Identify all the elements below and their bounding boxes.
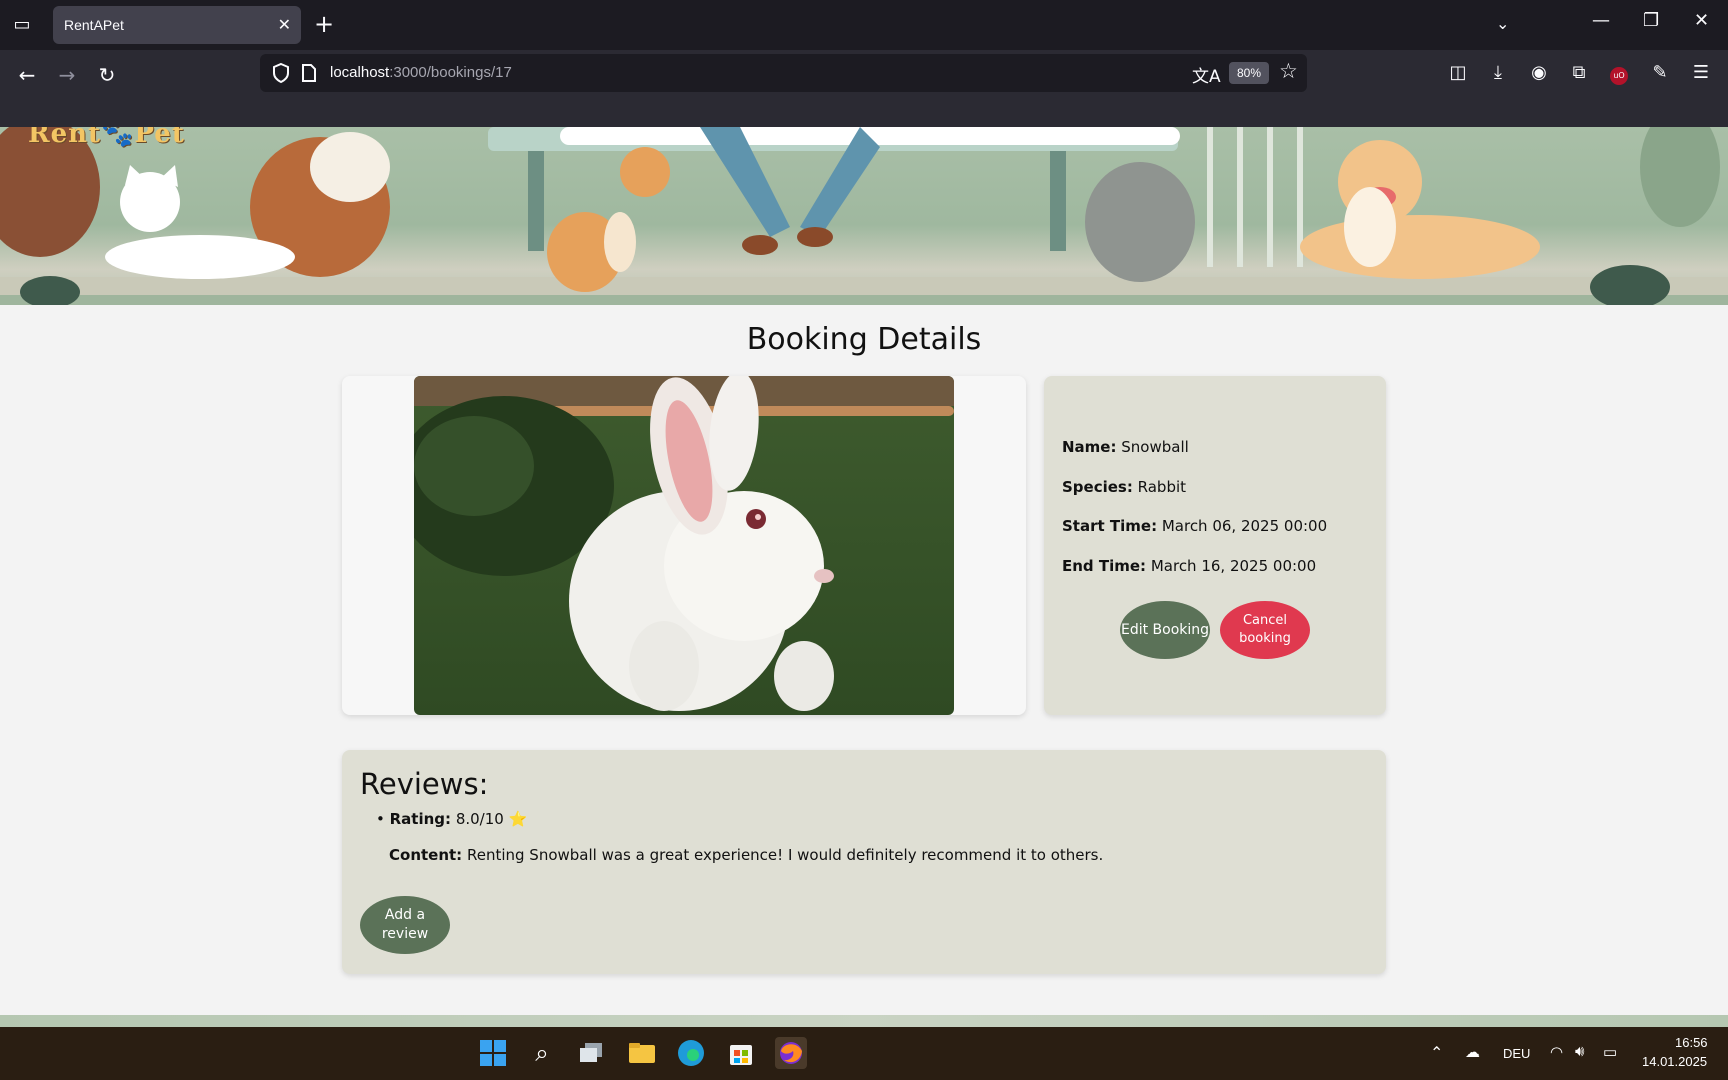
hero-illustration — [0, 127, 1728, 305]
browser-toolbar: ← → ↻ localhost:3000/bookings/17 文A 80% … — [0, 50, 1728, 127]
shield-icon[interactable] — [270, 62, 292, 84]
pet-name-value: Snowball — [1121, 438, 1189, 456]
pocket-icon[interactable]: ◫ — [1445, 60, 1471, 86]
download-icon[interactable]: ⤓ — [1485, 60, 1511, 86]
bookmark-star-icon[interactable]: ☆ — [1279, 59, 1298, 83]
pen-icon[interactable]: ✎ — [1647, 60, 1673, 86]
review-content: Content: Renting Snowball was a great ex… — [389, 846, 1103, 864]
end-time-label: End Time: — [1062, 557, 1147, 575]
review-rating: • Rating: 8.0/10 ⭐ — [376, 810, 528, 828]
windows-start-icon[interactable] — [477, 1037, 509, 1069]
translate-icon[interactable]: 文A — [1192, 62, 1221, 87]
page-title: Booking Details — [746, 322, 982, 357]
tab-active[interactable]: RentAPet ✕ — [53, 6, 301, 44]
end-time-value: March 16, 2025 00:00 — [1150, 557, 1317, 575]
new-tab-icon[interactable]: + — [314, 10, 334, 38]
reload-icon[interactable]: ↻ — [92, 60, 122, 90]
url-bar[interactable]: localhost:3000/bookings/17 文A 80% ☆ — [260, 54, 1307, 92]
url-text[interactable]: localhost:3000/bookings/17 — [330, 64, 512, 81]
extensions-icon[interactable]: ⧉ — [1566, 60, 1592, 86]
pet-photo — [414, 376, 954, 715]
close-tab-icon[interactable]: ✕ — [278, 15, 291, 34]
volume-icon[interactable]: 🔊︎ — [1575, 1043, 1584, 1060]
start-time-label: Start Time: — [1062, 517, 1158, 535]
tab-title: RentAPet — [64, 17, 124, 33]
page-info-icon[interactable] — [300, 63, 318, 83]
firefox-icon[interactable] — [775, 1037, 807, 1069]
search-icon[interactable]: ⌕ — [526, 1037, 558, 1069]
file-explorer-icon[interactable] — [626, 1037, 658, 1069]
zoom-level[interactable]: 80% — [1229, 62, 1269, 84]
rabbit-image — [414, 376, 954, 715]
rating-label: Rating: — [389, 810, 452, 828]
account-icon[interactable]: ◉ — [1526, 60, 1552, 86]
edge-icon[interactable] — [675, 1037, 707, 1069]
reviews-heading: Reviews: — [360, 767, 489, 801]
minimize-icon[interactable]: — — [1592, 10, 1610, 31]
hero-banner: Rent🐾Pet — [0, 127, 1728, 305]
rating-value: 8.0/10 — [455, 810, 504, 828]
pet-name-label: Name: — [1062, 438, 1117, 456]
add-review-button[interactable]: Add a review — [360, 896, 450, 954]
start-time-row: Start Time: March 06, 2025 00:00 — [1062, 517, 1327, 535]
menu-icon[interactable]: ☰ — [1688, 60, 1714, 86]
onedrive-icon[interactable]: ☁ — [1465, 1043, 1480, 1061]
content-label: Content: — [389, 846, 463, 864]
cancel-booking-button[interactable]: Cancel booking — [1220, 601, 1310, 659]
booking-info-card: Name: Snowball Species: Rabbit Start Tim… — [1044, 376, 1386, 715]
ublock-icon[interactable]: uO — [1606, 60, 1632, 86]
footer-banner — [0, 1015, 1728, 1027]
edit-booking-button[interactable]: Edit Booking — [1120, 601, 1210, 659]
wifi-icon[interactable]: ◠ — [1550, 1043, 1563, 1061]
clock-time[interactable]: 16:56 — [1675, 1035, 1708, 1050]
tab-list-icon[interactable]: ▭ — [10, 14, 34, 36]
end-time-row: End Time: March 16, 2025 00:00 — [1062, 557, 1316, 575]
back-icon[interactable]: ← — [12, 60, 42, 90]
taskbar: ⌕ ⌃ ☁ DEU ◠ 🔊︎ ▭ 16:56 14.01.2025 — [0, 1027, 1728, 1080]
task-view-icon[interactable] — [576, 1037, 608, 1069]
site-logo[interactable]: Rent🐾Pet — [28, 127, 185, 149]
reviews-card: Reviews: • Rating: 8.0/10 ⭐ Content: Ren… — [342, 750, 1386, 974]
pet-name-row: Name: Snowball — [1062, 438, 1189, 456]
content-text: Renting Snowball was a great experience!… — [466, 846, 1104, 864]
start-time-value: March 06, 2025 00:00 — [1161, 517, 1328, 535]
restore-icon[interactable]: ❐ — [1643, 10, 1659, 31]
pet-species-label: Species: — [1062, 478, 1133, 496]
tray-chevron-icon[interactable]: ⌃ — [1430, 1043, 1443, 1063]
language-indicator[interactable]: DEU — [1503, 1046, 1530, 1061]
window-close-icon[interactable]: ✕ — [1694, 10, 1709, 31]
chevron-down-icon[interactable]: ⌄ — [1496, 14, 1509, 33]
star-icon: ⭐ — [508, 810, 528, 828]
pet-species-value: Rabbit — [1137, 478, 1187, 496]
pet-species-row: Species: Rabbit — [1062, 478, 1186, 496]
browser-tab-bar: ▭ RentAPet ✕ + ⌄ — ❐ ✕ — [0, 0, 1728, 50]
battery-icon[interactable]: ▭ — [1603, 1043, 1617, 1061]
pet-image-card — [342, 376, 1026, 715]
clock-date[interactable]: 14.01.2025 — [1642, 1054, 1707, 1069]
store-icon[interactable] — [725, 1037, 757, 1069]
forward-icon[interactable]: → — [52, 60, 82, 90]
web-page: Rent🐾Pet Booking Details Name: Snowball … — [0, 127, 1728, 1027]
